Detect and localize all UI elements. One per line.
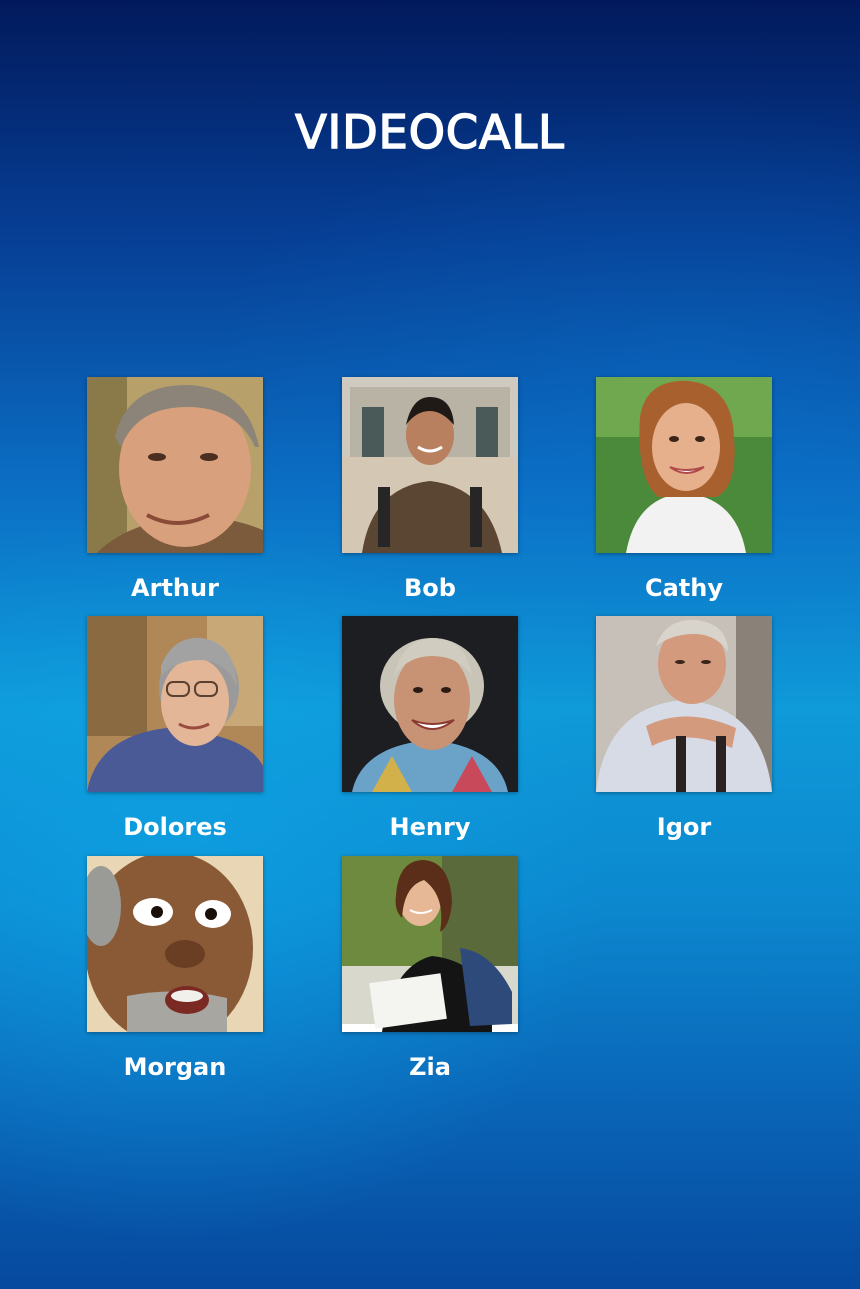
contact-zia[interactable]: Zia <box>320 856 540 1081</box>
avatar-zia-photo <box>342 856 518 1032</box>
avatar[interactable] <box>87 377 263 553</box>
page-title: VIDEOCALL <box>294 104 565 160</box>
avatar[interactable] <box>87 616 263 792</box>
avatar-arthur-photo <box>87 377 263 553</box>
avatar-cathy-photo <box>596 377 772 553</box>
avatar-bob-photo <box>342 377 518 553</box>
contact-name: Zia <box>409 1053 451 1081</box>
contact-name: Dolores <box>123 813 227 841</box>
avatar[interactable] <box>342 377 518 553</box>
contact-arthur[interactable]: Arthur <box>65 377 285 602</box>
avatar-morgan-photo <box>87 856 263 1032</box>
contact-name: Igor <box>656 813 712 841</box>
contact-name: Morgan <box>123 1053 227 1081</box>
contact-name: Arthur <box>131 574 219 602</box>
contact-name: Bob <box>404 574 456 602</box>
contact-henry[interactable]: Henry <box>320 616 540 841</box>
avatar[interactable] <box>342 616 518 792</box>
avatar[interactable] <box>596 616 772 792</box>
avatar-dolores-photo <box>87 616 263 792</box>
avatar[interactable] <box>342 856 518 1032</box>
contact-cathy[interactable]: Cathy <box>574 377 794 602</box>
avatar[interactable] <box>596 377 772 553</box>
avatar-henry-photo <box>342 616 518 792</box>
contact-igor[interactable]: Igor <box>574 616 794 841</box>
contact-name: Cathy <box>644 574 723 602</box>
contact-morgan[interactable]: Morgan <box>65 856 285 1081</box>
contact-bob[interactable]: Bob <box>320 377 540 602</box>
avatar-igor-photo <box>596 616 772 792</box>
contact-dolores[interactable]: Dolores <box>65 616 285 841</box>
contact-name: Henry <box>389 813 471 841</box>
avatar[interactable] <box>87 856 263 1032</box>
